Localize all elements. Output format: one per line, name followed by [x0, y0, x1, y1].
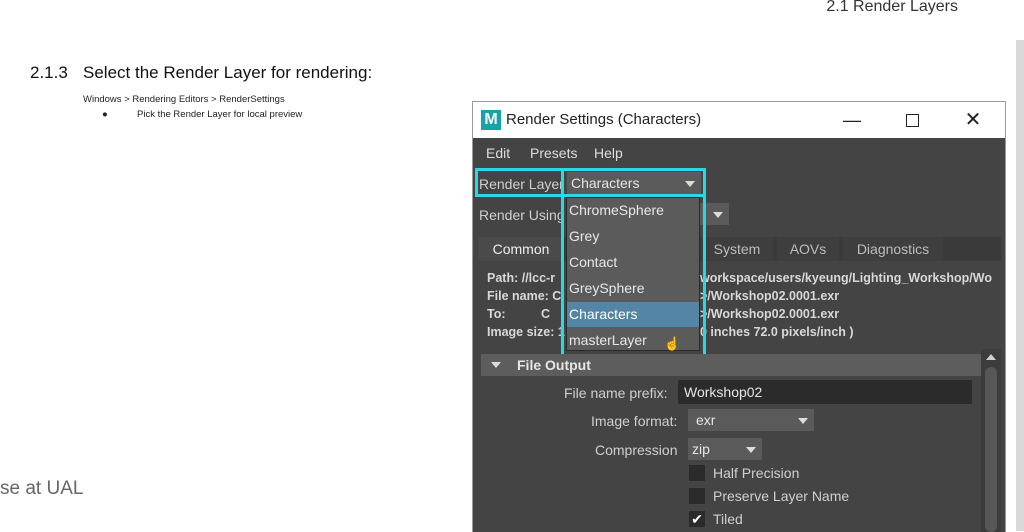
info-file-name-key: File name: C — [487, 289, 562, 303]
document-page-edge — [1016, 40, 1024, 531]
tab-aovs[interactable]: AOVs — [777, 237, 839, 261]
vertical-scrollbar[interactable] — [981, 349, 1001, 532]
menu-edit[interactable]: Edit — [486, 145, 510, 161]
section-title: Select the Render Layer for rendering: — [83, 63, 373, 82]
info-file-name-value: >/Workshop02.0001.exr — [700, 289, 840, 303]
file-output-title: File Output — [517, 357, 591, 373]
info-to: To: C >/Workshop02.0001.exr — [487, 307, 839, 321]
info-image-size-key: Image size: 1 — [487, 325, 565, 339]
info-path: Path: //lcc-r workspace/users/kyeung/Lig… — [487, 271, 992, 285]
tiled-label: Tiled — [713, 511, 743, 527]
document-header: 2.1 Render Layers — [826, 0, 958, 15]
bullet-dot: ● — [102, 109, 108, 120]
info-to-value: >/Workshop02.0001.exr — [700, 307, 840, 321]
tab-diagnostics[interactable]: Diagnostics — [843, 237, 943, 261]
file-name-prefix-label: File name prefix: — [564, 385, 668, 401]
render-settings-window: M Render Settings (Characters) — ✕ Edit … — [472, 101, 1006, 532]
footer-fragment: se at UAL — [0, 478, 84, 499]
maya-logo-icon: M — [481, 110, 501, 130]
preserve-layer-name-checkbox[interactable] — [689, 488, 705, 504]
compression-label: Compression — [595, 442, 678, 458]
compression-dropdown[interactable]: zip — [688, 438, 762, 460]
image-format-value: exr — [696, 412, 716, 428]
info-to-key: To: — [487, 307, 506, 321]
chevron-down-icon — [746, 447, 756, 453]
bullet-text: Pick the Render Layer for local preview — [137, 109, 303, 120]
chevron-down-icon — [798, 418, 808, 424]
tab-system[interactable]: System — [701, 237, 773, 261]
bullet-item: ● Pick the Render Layer for local preview — [102, 109, 302, 120]
close-button[interactable]: ✕ — [957, 108, 989, 132]
highlight-layer-list — [561, 168, 706, 357]
menu-path: Windows > Rendering Editors > RenderSett… — [83, 94, 285, 105]
maximize-icon — [905, 114, 919, 127]
info-to-mid: C — [541, 307, 551, 321]
info-file-name: File name: C >/Workshop02.0001.exr — [487, 289, 839, 303]
window-title: Render Settings (Characters) — [506, 111, 702, 128]
title-bar: M Render Settings (Characters) — ✕ — [473, 102, 1005, 138]
menu-presets[interactable]: Presets — [530, 145, 577, 161]
file-output-section-header[interactable]: File Output — [481, 354, 981, 376]
menu-help[interactable]: Help — [594, 145, 623, 161]
scroll-up-icon[interactable] — [986, 354, 996, 360]
info-path-key: Path: //lcc-r — [487, 271, 556, 285]
section-number: 2.1.3 — [30, 63, 68, 82]
compression-value: zip — [692, 441, 710, 457]
half-precision-checkbox[interactable] — [689, 465, 705, 481]
collapse-triangle-icon — [491, 362, 501, 368]
checkmark-icon: ✔ — [691, 511, 703, 527]
scroll-thumb[interactable] — [985, 367, 997, 532]
menu-bar: Edit Presets Help — [473, 138, 1005, 168]
image-format-label: Image format: — [591, 413, 678, 429]
tab-bar: Common System AOVs Diagnostics — [479, 237, 1001, 261]
tiled-checkbox[interactable]: ✔ — [689, 511, 705, 527]
section-heading: 2.1.3 Select the Render Layer for renderi… — [30, 63, 372, 83]
file-name-prefix-input[interactable]: Workshop02 — [678, 380, 972, 404]
minimize-button[interactable]: — — [836, 108, 868, 132]
image-format-dropdown[interactable]: exr — [688, 409, 814, 431]
info-image-size-value: 0 inches 72.0 pixels/inch ) — [700, 325, 854, 339]
preserve-layer-name-label: Preserve Layer Name — [713, 488, 850, 504]
half-precision-label: Half Precision — [713, 465, 800, 481]
chevron-down-icon — [713, 212, 723, 218]
tab-common[interactable]: Common — [479, 237, 563, 261]
info-image-size: Image size: 1 0 inches 72.0 pixels/inch … — [487, 325, 854, 339]
render-using-label: Render Using — [479, 207, 565, 223]
maximize-button[interactable] — [896, 108, 928, 132]
info-path-value: workspace/users/kyeung/Lighting_Workshop… — [700, 271, 992, 285]
